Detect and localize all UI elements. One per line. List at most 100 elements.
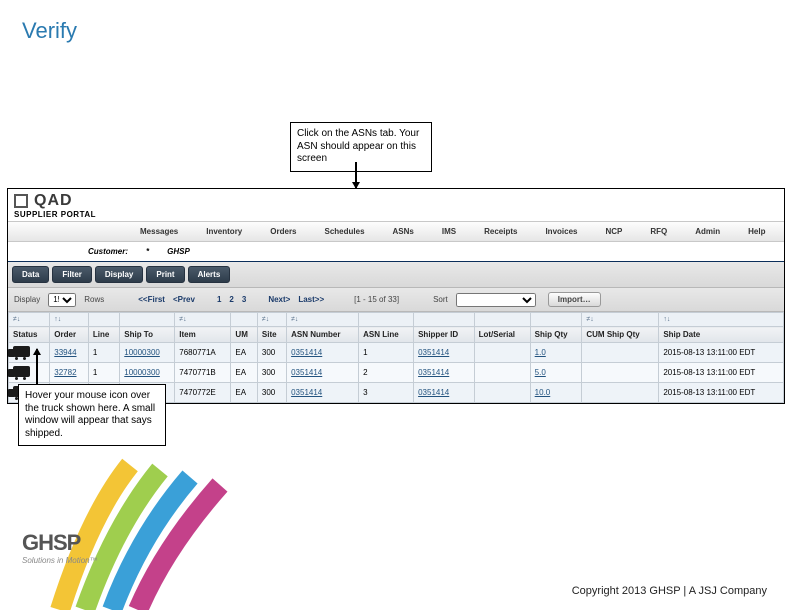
- cell-asn[interactable]: 0351414: [287, 363, 359, 383]
- customer-label: Customer:: [88, 247, 128, 256]
- nav-invoices[interactable]: Invoices: [531, 222, 591, 241]
- filter-cell[interactable]: ≠↓: [582, 313, 659, 327]
- nav-messages[interactable]: Messages: [126, 222, 192, 241]
- truck-icon[interactable]: [13, 346, 30, 357]
- table-row: 327821100003007470771BEA3000351414203514…: [9, 363, 784, 383]
- cell-shipq[interactable]: 1.0: [530, 343, 582, 363]
- display-button[interactable]: Display: [95, 266, 143, 283]
- cell-um: EA: [231, 363, 257, 383]
- filter-cell[interactable]: ≠↓: [287, 313, 359, 327]
- column-header[interactable]: Lot/Serial: [474, 327, 530, 343]
- cell-line: 1: [88, 343, 119, 363]
- cell-order[interactable]: 33944: [50, 343, 89, 363]
- page-2[interactable]: 2: [229, 295, 233, 304]
- filter-button[interactable]: Filter: [52, 266, 92, 283]
- nav-orders[interactable]: Orders: [256, 222, 310, 241]
- filter-cell[interactable]: [231, 313, 257, 327]
- qad-logo-icon: [14, 194, 28, 208]
- cell-shipq[interactable]: 10.0: [530, 383, 582, 403]
- cell-site: 300: [257, 383, 286, 403]
- column-header[interactable]: Ship Date: [659, 327, 784, 343]
- cell-site: 300: [257, 363, 286, 383]
- cell-item: 7680771A: [175, 343, 231, 363]
- cell-asn[interactable]: 0351414: [287, 343, 359, 363]
- column-header[interactable]: CUM Ship Qty: [582, 327, 659, 343]
- prev-page[interactable]: <Prev: [173, 295, 195, 304]
- column-header[interactable]: Site: [257, 327, 286, 343]
- column-header[interactable]: Order: [50, 327, 89, 343]
- filter-cell[interactable]: ↑↓: [659, 313, 784, 327]
- filter-cell[interactable]: [530, 313, 582, 327]
- nav-ims[interactable]: IMS: [428, 222, 470, 241]
- nav-rfq[interactable]: RFQ: [636, 222, 681, 241]
- filter-cell[interactable]: [120, 313, 175, 327]
- filter-cell[interactable]: [88, 313, 119, 327]
- cell-um: EA: [231, 383, 257, 403]
- cell-date: 2015-08-13 13:11:00 EDT: [659, 343, 784, 363]
- column-header[interactable]: ASN Number: [287, 327, 359, 343]
- column-header[interactable]: UM: [231, 327, 257, 343]
- column-header[interactable]: Item: [175, 327, 231, 343]
- cell-shipper[interactable]: 0351414: [414, 343, 474, 363]
- table-row: 339441100003007680771AEA3000351414103514…: [9, 343, 784, 363]
- page-1[interactable]: 1: [217, 295, 221, 304]
- column-header[interactable]: Status: [9, 327, 50, 343]
- column-header[interactable]: Shipper ID: [414, 327, 474, 343]
- status-cell[interactable]: [9, 363, 50, 383]
- filter-cell[interactable]: ≠↓: [257, 313, 286, 327]
- portal-label: SUPPLIER PORTAL: [8, 210, 784, 221]
- cell-asnl: 2: [359, 363, 414, 383]
- supplier-portal-frame: QAD SUPPLIER PORTAL MessagesInventoryOrd…: [7, 188, 785, 404]
- last-page[interactable]: Last>>: [298, 295, 324, 304]
- callout-asn-tab: Click on the ASNs tab. Your ASN should a…: [290, 122, 432, 172]
- nav-asns[interactable]: ASNs: [379, 222, 428, 241]
- filter-cell[interactable]: ≠↓: [175, 313, 231, 327]
- filter-cell[interactable]: [474, 313, 530, 327]
- copyright: Copyright 2013 GHSP | A JSJ Company: [572, 585, 767, 597]
- column-header[interactable]: Line: [88, 327, 119, 343]
- sort-select[interactable]: [456, 293, 536, 307]
- cell-item: 7470771B: [175, 363, 231, 383]
- customer-star: *: [146, 247, 149, 256]
- qad-brand: QAD: [34, 192, 73, 210]
- cell-shipper[interactable]: 0351414: [414, 383, 474, 403]
- row-count: [1 - 15 of 33]: [354, 295, 399, 304]
- cell-asn[interactable]: 0351414: [287, 383, 359, 403]
- nav-ncp[interactable]: NCP: [591, 222, 636, 241]
- arrow-icon: [355, 162, 357, 188]
- nav-schedules[interactable]: Schedules: [311, 222, 379, 241]
- filter-cell[interactable]: ≠↓: [9, 313, 50, 327]
- import-button[interactable]: Import…: [548, 292, 601, 307]
- print-button[interactable]: Print: [146, 266, 184, 283]
- filter-cell[interactable]: [414, 313, 474, 327]
- column-header[interactable]: Ship To: [120, 327, 175, 343]
- cell-order[interactable]: 32782: [50, 363, 89, 383]
- nav-help[interactable]: Help: [734, 222, 779, 241]
- cell-site: 300: [257, 343, 286, 363]
- page-3[interactable]: 3: [242, 295, 246, 304]
- filter-cell[interactable]: ↑↓: [50, 313, 89, 327]
- nav-admin[interactable]: Admin: [681, 222, 734, 241]
- cell-shipto[interactable]: 10000300: [120, 363, 175, 383]
- rows-label: Rows: [84, 295, 104, 304]
- cell-um: EA: [231, 343, 257, 363]
- nav-receipts[interactable]: Receipts: [470, 222, 531, 241]
- rows-select[interactable]: 15: [48, 293, 76, 307]
- cell-shipq[interactable]: 5.0: [530, 363, 582, 383]
- filter-cell[interactable]: [359, 313, 414, 327]
- truck-icon[interactable]: [13, 366, 30, 377]
- nav-inventory[interactable]: Inventory: [192, 222, 256, 241]
- cell-shipto[interactable]: 10000300: [120, 343, 175, 363]
- cell-cum: [582, 343, 659, 363]
- alerts-button[interactable]: Alerts: [188, 266, 231, 283]
- first-page[interactable]: <<First: [138, 295, 165, 304]
- cell-lot: [474, 343, 530, 363]
- column-header[interactable]: Ship Qty: [530, 327, 582, 343]
- cell-asnl: 1: [359, 343, 414, 363]
- status-cell[interactable]: [9, 343, 50, 363]
- data-button[interactable]: Data: [12, 266, 49, 283]
- cell-cum: [582, 383, 659, 403]
- column-header[interactable]: ASN Line: [359, 327, 414, 343]
- next-page[interactable]: Next>: [268, 295, 290, 304]
- cell-shipper[interactable]: 0351414: [414, 363, 474, 383]
